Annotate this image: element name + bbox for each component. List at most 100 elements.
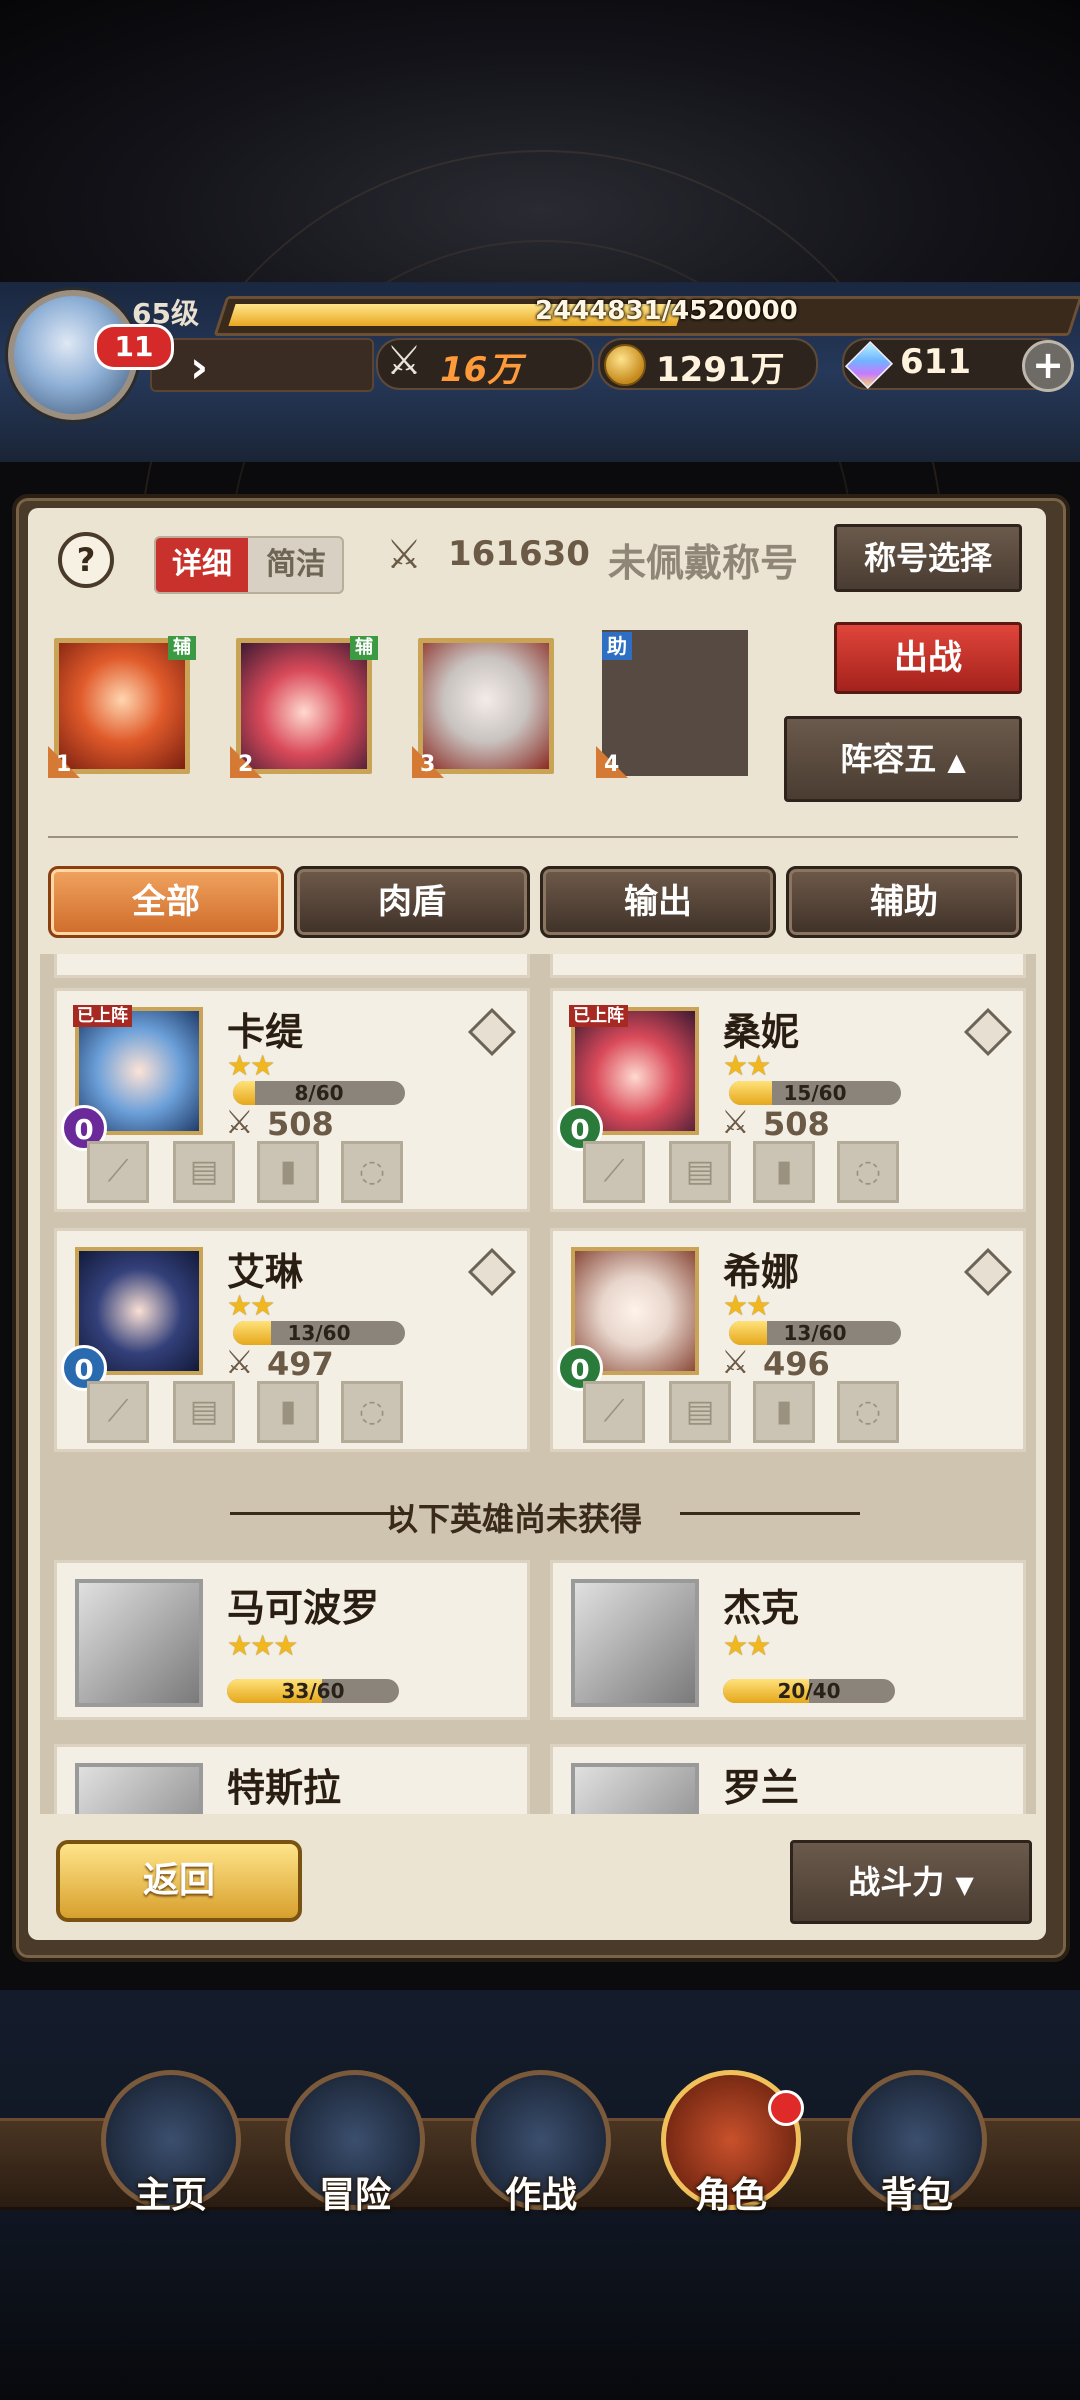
hero-detail-icon[interactable] [963,1007,1013,1057]
nav-adventure[interactable]: 冒险 [280,2070,430,2220]
hero-name: 桑妮 [723,1010,800,1054]
notification-badge: 11 [94,324,174,370]
hero-name: 罗兰 [723,1766,800,1810]
hero-card[interactable]: 0 希娜 ★★ 13/60 ⚔ 496 ⟋ ▤ ▮ ◌ [550,1228,1026,1452]
hero-stars: ★★★ [227,1629,298,1662]
triangle-down-icon: ▼ [955,1871,974,1899]
nav-home[interactable]: 主页 [96,2070,246,2220]
triangle-up-icon: ▲ [947,748,966,776]
hero-portrait-locked [75,1579,203,1707]
support-tag: 辅 [168,636,196,660]
accessory-slot-icon[interactable]: ◌ [341,1141,403,1203]
lineup-label: 阵容五 [840,740,937,778]
xp-text: 2444831/4520000 [535,296,798,326]
hero-name: 杰克 [723,1586,800,1630]
boots-slot-icon[interactable]: ▮ [753,1141,815,1203]
armor-slot-icon[interactable]: ▤ [173,1381,235,1443]
hero-card[interactable]: 已上阵 0 桑妮 ★★ 15/60 ⚔ 508 ⟋ ▤ ▮ ◌ [550,988,1026,1212]
crossed-swords-icon: ⚔ [386,338,422,384]
nav-battle[interactable]: 作战 [466,2070,616,2220]
slot-number: 3 [420,752,436,777]
nav-label: 背包 [880,2175,953,2216]
player-name-plate[interactable] [150,338,374,392]
accessory-slot-icon[interactable]: ◌ [837,1381,899,1443]
armor-slot-icon[interactable]: ▤ [173,1141,235,1203]
hero-card-partial[interactable] [550,954,1026,978]
hero-power-icon: ⚔ [225,1343,254,1381]
tab-dps[interactable]: 输出 [540,866,776,938]
assist-tag: 助 [602,632,632,660]
sort-label: 战斗力 [848,1863,945,1901]
hero-card[interactable]: 0 艾琳 ★★ 13/60 ⚔ 497 ⟋ ▤ ▮ ◌ [54,1228,530,1452]
hero-detail-icon[interactable] [467,1247,517,1297]
nav-label: 冒险 [318,2175,391,2216]
hero-list[interactable]: 已上阵 0 卡缇 ★★ 8/60 ⚔ 508 ⟋ ▤ ▮ ◌ 已上阵 0 桑妮 … [40,954,1036,1814]
locked-heroes-note: 以下英雄尚未获得 [386,1500,643,1538]
notification-dot [768,2090,804,2126]
support-tag: 辅 [350,636,378,660]
title-select-button[interactable]: 称号选择 [834,524,1022,592]
tab-tank[interactable]: 肉盾 [294,866,530,938]
hero-portrait-locked [571,1579,699,1707]
nav-label: 角色 [694,2175,767,2216]
deploy-button[interactable]: 出战 [834,622,1022,694]
boots-slot-icon[interactable]: ▮ [257,1381,319,1443]
weapon-slot-icon[interactable]: ⟋ [87,1381,149,1443]
armor-slot-icon[interactable]: ▤ [669,1381,731,1443]
accessory-slot-icon[interactable]: ◌ [341,1381,403,1443]
slot-number: 4 [604,752,620,777]
gold-coin-icon [604,344,646,386]
hero-detail-icon[interactable] [467,1007,517,1057]
lineup-select-button[interactable]: 阵容五 ▲ [784,716,1022,802]
chevron-right-icon[interactable]: › [190,346,208,390]
add-gems-button[interactable]: + [1022,340,1074,392]
deployed-tag: 已上阵 [73,1005,132,1027]
hero-name: 艾琳 [227,1250,304,1294]
armor-slot-icon[interactable]: ▤ [669,1141,731,1203]
hero-shard-text: 13/60 [287,1321,351,1345]
hero-stars: ★★ [723,1049,771,1082]
sort-button[interactable]: 战斗力 ▼ [790,1840,1032,1924]
weapon-slot-icon[interactable]: ⟋ [583,1141,645,1203]
hero-name: 特斯拉 [227,1766,342,1810]
hero-shard-text: 15/60 [783,1081,847,1105]
hero-card[interactable]: 已上阵 0 卡缇 ★★ 8/60 ⚔ 508 ⟋ ▤ ▮ ◌ [54,988,530,1212]
locked-hero-card[interactable]: 特斯拉 [54,1744,530,1814]
gem-value: 611 [900,342,971,382]
hero-shard-text: 33/60 [281,1679,345,1703]
hero-name: 马可波罗 [227,1586,380,1630]
weapon-slot-icon[interactable]: ⟋ [87,1141,149,1203]
slot-number: 2 [238,752,254,777]
nav-label: 主页 [134,2175,207,2216]
hero-card-partial[interactable] [54,954,530,978]
boots-slot-icon[interactable]: ▮ [257,1141,319,1203]
hero-stars: ★★ [723,1629,771,1662]
nav-bag[interactable]: 背包 [842,2070,992,2220]
weapon-slot-icon[interactable]: ⟋ [583,1381,645,1443]
hero-portrait-locked [571,1763,699,1814]
locked-hero-card[interactable]: 马可波罗 ★★★ 33/60 [54,1560,530,1720]
tab-all[interactable]: 全部 [48,866,284,938]
hero-stars: ★★ [723,1289,771,1322]
hero-power: 496 [763,1345,830,1383]
hero-power-icon: ⚔ [721,1103,750,1141]
hero-power: 497 [267,1345,334,1383]
hero-power: 508 [763,1105,830,1143]
view-toggle[interactable]: 详细 简洁 [154,536,344,594]
tab-support[interactable]: 辅助 [786,866,1022,938]
hero-shard-text: 13/60 [783,1321,847,1345]
hero-detail-icon[interactable] [963,1247,1013,1297]
note-line-left [230,1512,410,1515]
locked-hero-card[interactable]: 罗兰 [550,1744,1026,1814]
detail-view-button[interactable]: 详细 [156,538,248,592]
nav-character[interactable]: 角色 [656,2070,806,2220]
simple-view-button[interactable]: 简洁 [250,538,342,592]
title-status: 未佩戴称号 [608,541,799,585]
accessory-slot-icon[interactable]: ◌ [837,1141,899,1203]
hero-stars: ★★ [227,1289,275,1322]
boots-slot-icon[interactable]: ▮ [753,1381,815,1443]
team-power: 161630 [448,534,590,574]
back-button[interactable]: 返回 [56,1840,302,1922]
locked-hero-card[interactable]: 杰克 ★★ 20/40 [550,1560,1026,1720]
help-button[interactable]: ? [58,532,114,588]
